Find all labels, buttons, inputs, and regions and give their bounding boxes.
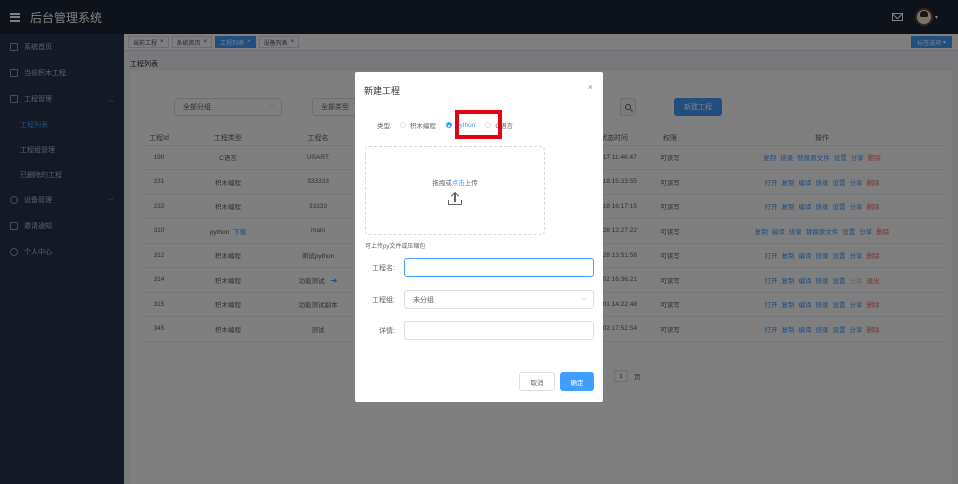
project-group-row: 工程组: 未分组 ﹀ (365, 290, 594, 309)
upload-text-suffix: 上传 (464, 179, 478, 187)
upload-text: 拖拽或点击上传 (432, 177, 478, 187)
project-name-label: 工程名: (372, 264, 395, 272)
radio-label: 积木编程 (409, 123, 436, 130)
close-icon[interactable]: × (588, 82, 593, 92)
project-group-label: 工程组: (372, 296, 395, 304)
project-detail-row: 详情: (365, 321, 594, 340)
project-group-select[interactable]: 未分组 ﹀ (404, 290, 594, 309)
radio-block-programming[interactable]: 积木编程 (399, 120, 436, 130)
upload-dropzone[interactable]: 拖拽或点击上传 (365, 146, 545, 235)
project-detail-input[interactable] (404, 321, 594, 340)
dialog-title: 新建工程 (364, 86, 401, 96)
radio-dot (399, 122, 406, 128)
upload-icon (448, 191, 462, 205)
upload-tip: 可上传py文件或压缩包 (365, 244, 426, 250)
chevron-down-icon: ﹀ (580, 299, 587, 305)
cancel-button[interactable]: 取消 (519, 372, 555, 391)
radio-dot (445, 122, 452, 128)
upload-text-prefix: 拖拽或 (432, 179, 452, 187)
project-name-input[interactable] (404, 258, 594, 277)
project-group-value: 未分组 (413, 296, 434, 304)
python-highlight-box (455, 110, 502, 139)
project-detail-label: 详情: (379, 327, 395, 335)
upload-click-link[interactable]: 点击 (452, 180, 465, 187)
type-label: 类型: (377, 123, 392, 130)
new-project-dialog: 新建工程 × 类型: 积木编程 python C语言 拖拽或点击上传 可上传py… (355, 72, 603, 402)
project-name-row: 工程名: (365, 258, 594, 277)
confirm-button[interactable]: 确定 (560, 372, 594, 391)
